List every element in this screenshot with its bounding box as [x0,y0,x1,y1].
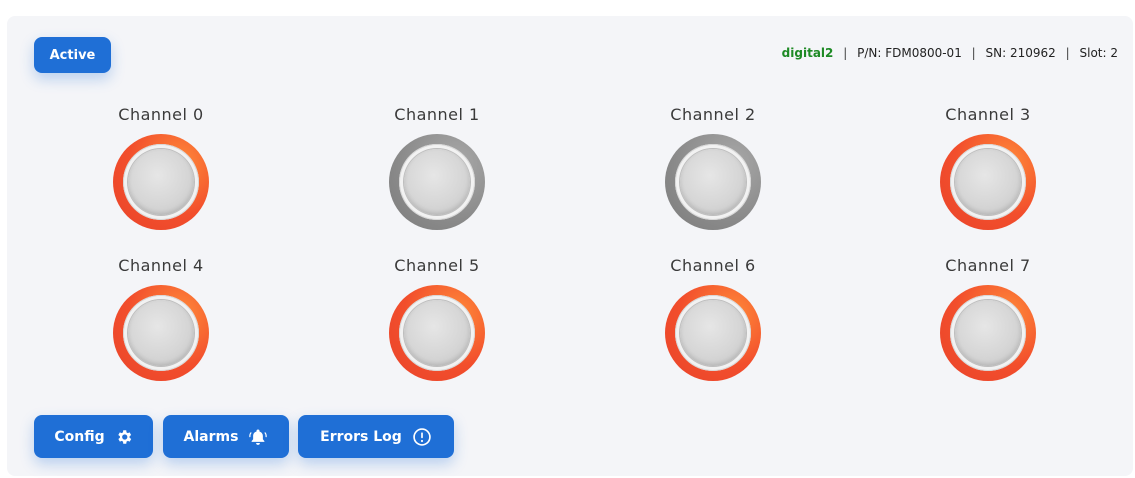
separator: | [1065,46,1070,60]
channel-label: Channel 4 [118,256,204,275]
channel-label: Channel 7 [945,256,1031,275]
channel-label: Channel 2 [670,105,756,124]
device-info-bar: digital2 | P/N: FDM0800-01 | SN: 210962 … [782,46,1118,60]
active-status-button[interactable]: Active [34,37,111,73]
exclamation-circle-icon [412,427,432,447]
channel-status-led[interactable] [665,134,761,230]
channel-status-led[interactable] [389,134,485,230]
gear-icon [115,428,133,446]
separator: | [971,46,976,60]
channel-label: Channel 3 [945,105,1031,124]
channel-label: Channel 5 [394,256,480,275]
channel-6: Channel 6 [613,255,813,381]
channel-status-led[interactable] [665,285,761,381]
alarms-label: Alarms [183,428,239,445]
separator: | [843,46,848,60]
channel-0: Channel 0 [61,104,261,230]
channel-label: Channel 0 [118,105,204,124]
device-name: digital2 [781,46,834,60]
channel-label: Channel 1 [394,105,480,124]
channel-status-led[interactable] [113,134,209,230]
channel-3: Channel 3 [888,104,1088,230]
device-card: Active digital2 | P/N: FDM0800-01 | SN: … [7,16,1133,476]
serial-number: SN: 210962 [985,46,1056,60]
part-number: P/N: FDM0800-01 [857,46,962,60]
alarms-button[interactable]: Alarms [163,415,289,458]
channel-2: Channel 2 [613,104,813,230]
channel-7: Channel 7 [888,255,1088,381]
channel-5: Channel 5 [337,255,537,381]
slot-number: Slot: 2 [1079,46,1119,60]
channel-status-led[interactable] [940,285,1036,381]
bell-icon [248,428,268,446]
errors-log-label: Errors Log [320,428,402,445]
config-label: Config [54,428,105,445]
active-status-label: Active [49,47,96,63]
errors-log-button[interactable]: Errors Log [298,415,454,458]
channel-status-led[interactable] [389,285,485,381]
channel-status-led[interactable] [113,285,209,381]
channel-status-led[interactable] [940,134,1036,230]
channel-label: Channel 6 [670,256,756,275]
channel-4: Channel 4 [61,255,261,381]
channel-1: Channel 1 [337,104,537,230]
config-button[interactable]: Config [34,415,153,458]
